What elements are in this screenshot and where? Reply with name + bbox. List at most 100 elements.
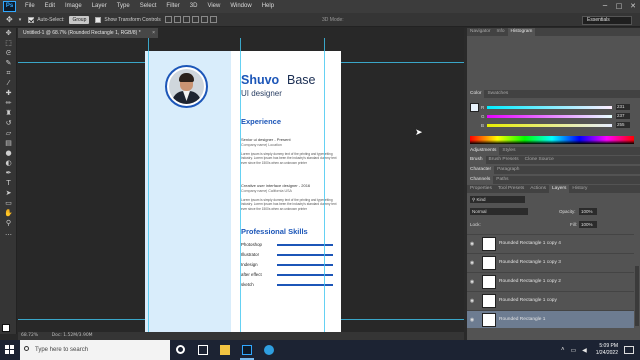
network-icon[interactable]: ▭ — [570, 347, 576, 354]
tab-properties[interactable]: Properties — [467, 185, 495, 193]
chevron-up-icon[interactable]: ˄ — [561, 347, 565, 353]
eye-icon[interactable]: ◉ — [467, 298, 477, 304]
tab-character[interactable]: Character — [467, 166, 495, 174]
guide-vertical[interactable] — [148, 38, 149, 332]
marquee-tool-icon[interactable]: ⬚ — [2, 39, 15, 48]
layer-row[interactable]: ◉ Rounded Rectangle 1 copy 4 — [467, 234, 634, 252]
photoshop-taskbar-app[interactable] — [236, 340, 258, 360]
hand-tool-icon[interactable]: ✋ — [2, 209, 15, 218]
clock[interactable]: 5:09 PM 1/24/2022 — [596, 343, 618, 357]
eye-icon[interactable]: ◉ — [467, 241, 477, 247]
canvas-area[interactable]: Shuvo Base UI designer Experience Senior… — [18, 38, 464, 332]
tab-swatches[interactable]: Swatches — [484, 90, 511, 98]
task-view-button[interactable] — [192, 340, 214, 360]
eye-icon[interactable]: ◉ — [467, 317, 477, 323]
blue-value[interactable]: 255 — [616, 122, 630, 128]
menu-edit[interactable]: Edit — [40, 0, 60, 13]
eye-icon[interactable]: ◉ — [467, 260, 477, 266]
tab-tool-presets[interactable]: Tool Presets — [495, 185, 527, 193]
layer-row[interactable]: ◉ Rounded Rectangle 1 copy — [467, 291, 634, 309]
volume-icon[interactable]: ◀ — [582, 347, 587, 354]
tab-color[interactable]: Color — [467, 90, 485, 98]
menu-file[interactable]: File — [20, 0, 40, 13]
transform-controls-checkbox[interactable] — [95, 16, 102, 23]
color-spectrum[interactable] — [470, 136, 634, 144]
notification-icon[interactable] — [624, 346, 634, 354]
guide-vertical[interactable] — [324, 38, 325, 332]
start-button[interactable] — [0, 340, 20, 360]
blue-slider[interactable] — [487, 123, 612, 127]
red-slider[interactable] — [487, 105, 612, 109]
more-tools-icon[interactable]: … — [2, 229, 15, 238]
tab-histogram[interactable]: Histogram — [507, 28, 536, 36]
menu-type[interactable]: Type — [112, 0, 135, 13]
pen-tool-icon[interactable]: ✒ — [2, 169, 15, 178]
clone-stamp-tool-icon[interactable]: ♜ — [2, 109, 15, 118]
history-brush-tool-icon[interactable]: ↺ — [2, 119, 15, 128]
tab-channels[interactable]: Channels — [467, 176, 494, 184]
tab-actions[interactable]: Actions — [527, 185, 549, 193]
layer-row[interactable]: ◉ Rounded Rectangle 1 copy 3 — [467, 253, 634, 271]
move-tool-icon[interactable]: ✥ — [0, 15, 16, 24]
tab-brush-presets[interactable]: Brush Presets — [486, 156, 522, 164]
dodge-tool-icon[interactable]: ◐ — [2, 159, 15, 168]
menu-select[interactable]: Select — [135, 0, 162, 13]
layer-filter-dropdown[interactable]: ⚲ Kind — [470, 196, 525, 203]
auto-select-checkbox[interactable] — [28, 16, 35, 23]
resume-artboard[interactable]: Shuvo Base UI designer Experience Senior… — [145, 51, 341, 332]
menu-window[interactable]: Window — [225, 0, 256, 13]
opacity-field[interactable]: 100% — [579, 208, 597, 215]
workspace-dropdown[interactable]: Essentials — [582, 16, 632, 25]
blur-tool-icon[interactable]: ● — [2, 149, 15, 158]
lasso-tool-icon[interactable]: ᘓ — [2, 49, 15, 58]
zoom-tool-icon[interactable]: ⚲ — [2, 219, 15, 228]
healing-brush-tool-icon[interactable]: ✚ — [2, 89, 15, 98]
type-tool-icon[interactable]: T — [2, 179, 15, 188]
fill-field[interactable]: 100% — [579, 221, 597, 228]
tab-clone-source[interactable]: Clone Source — [522, 156, 557, 164]
brush-tool-icon[interactable]: ✏ — [2, 99, 15, 108]
menu-help[interactable]: Help — [257, 0, 279, 13]
zoom-level[interactable]: 68.72% — [21, 333, 38, 338]
layer-row-selected[interactable]: ◉ Rounded Rectangle 1 — [467, 310, 634, 328]
layers-scrollbar[interactable] — [635, 266, 639, 326]
cortana-button[interactable] — [170, 340, 192, 360]
blend-mode-dropdown[interactable]: Normal — [470, 208, 528, 215]
color-preview-swatch[interactable] — [470, 103, 479, 112]
align-center-icon[interactable] — [200, 16, 208, 23]
quick-select-tool-icon[interactable]: ✎ — [2, 59, 15, 68]
menu-filter[interactable]: Filter — [161, 0, 184, 13]
rectangle-tool-icon[interactable]: ▭ — [2, 199, 15, 208]
tab-styles[interactable]: Styles — [499, 147, 518, 155]
tab-adjustments[interactable]: Adjustments — [467, 147, 500, 155]
layer-row[interactable]: ◉ Rounded Rectangle 1 copy 2 — [467, 272, 634, 290]
edge-taskbar-app[interactable] — [258, 340, 280, 360]
align-middle-icon[interactable] — [173, 16, 181, 23]
tab-history[interactable]: History — [569, 185, 590, 193]
align-bottom-icon[interactable] — [182, 16, 190, 23]
eraser-tool-icon[interactable]: ▱ — [2, 129, 15, 138]
tab-paths[interactable]: Paths — [493, 176, 511, 184]
align-right-icon[interactable] — [209, 16, 217, 23]
gradient-tool-icon[interactable]: ▤ — [2, 139, 15, 148]
tab-paragraph[interactable]: Paragraph — [494, 166, 522, 174]
align-top-icon[interactable] — [164, 16, 172, 23]
document-tab[interactable]: Untitled-1 @ 68.7% (Rounded Rectangle 1,… — [18, 28, 158, 38]
eye-icon[interactable]: ◉ — [467, 279, 477, 285]
tool-preset-dropdown-icon[interactable]: ▾ — [16, 17, 25, 23]
foreground-color-swatch[interactable] — [2, 324, 10, 332]
crop-tool-icon[interactable]: ⌗ — [2, 69, 15, 78]
auto-select-dropdown[interactable]: Group — [69, 15, 90, 24]
explorer-taskbar-app[interactable] — [214, 340, 236, 360]
menu-image[interactable]: Image — [60, 0, 87, 13]
close-document-icon[interactable]: × — [152, 28, 155, 38]
menu-3d[interactable]: 3D — [185, 0, 203, 13]
taskbar-search[interactable]: Type here to search — [20, 340, 170, 360]
menu-view[interactable]: View — [202, 0, 225, 13]
move-tool-icon[interactable]: ✥ — [2, 29, 15, 38]
green-slider[interactable] — [487, 114, 612, 118]
red-value[interactable]: 231 — [616, 104, 630, 110]
green-value[interactable]: 237 — [616, 113, 630, 119]
menu-layer[interactable]: Layer — [87, 0, 112, 13]
path-select-tool-icon[interactable]: ➤ — [2, 189, 15, 198]
